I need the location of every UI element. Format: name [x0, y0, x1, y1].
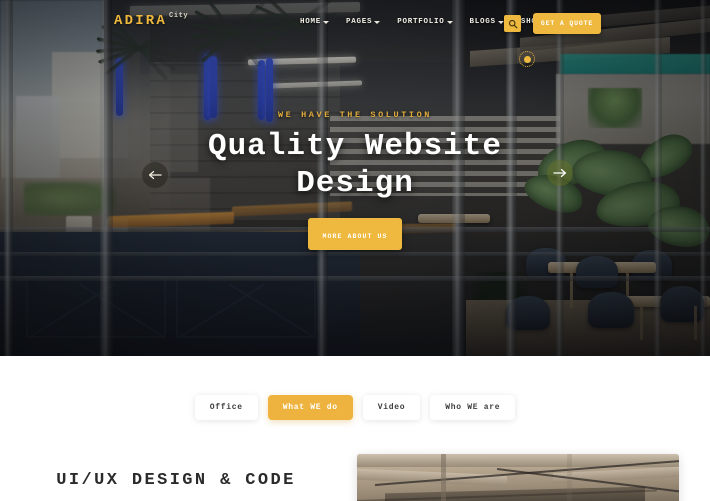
chevron-down-icon [323, 21, 330, 24]
search-icon [508, 19, 517, 28]
more-about-us-button[interactable]: MORE ABOUT US [308, 218, 402, 251]
tab-who-we-are-label: Who WE are [445, 403, 501, 412]
nav-item-pages[interactable]: PAGES [346, 18, 381, 26]
site-logo[interactable]: ADIRA City [114, 12, 189, 29]
tab-bar: Office What WE do Video Who WE are [0, 395, 710, 420]
nav-label-blogs: BLOGS [469, 18, 496, 26]
arrow-left-icon [148, 170, 162, 180]
nav-item-portfolio[interactable]: PORTFOLIO [397, 18, 453, 26]
logo-text: ADIRA [114, 13, 168, 29]
chevron-down-icon [446, 21, 453, 24]
tab-what-we-do-label: What WE do [282, 403, 338, 412]
hero-title-line-1: Quality Website [207, 129, 503, 164]
nav-item-home[interactable]: HOME [300, 18, 330, 26]
hero-title-line-2: Design [296, 165, 414, 201]
chevron-down-icon [374, 21, 381, 24]
top-navbar: ADIRA City HOME PAGES PORTFOLIO BLOGS SH… [0, 0, 710, 46]
tab-office[interactable]: Office [194, 395, 258, 420]
tab-who-we-are[interactable]: Who WE are [430, 395, 516, 420]
hero-section: ADIRA City HOME PAGES PORTFOLIO BLOGS SH… [0, 0, 710, 356]
page-root: ADIRA City HOME PAGES PORTFOLIO BLOGS SH… [0, 0, 710, 501]
dotted-circle-dot-icon [519, 51, 535, 67]
nav-label-pages: PAGES [346, 18, 373, 26]
nav-label-home: HOME [300, 18, 322, 26]
carousel-next-button[interactable] [547, 160, 573, 186]
tabs-section: Office What WE do Video Who WE are UI/UX… [0, 356, 710, 501]
tab-video-label: Video [377, 403, 406, 412]
hero-eyebrow: WE HAVE THE SOLUTION [277, 110, 433, 120]
tab-video[interactable]: Video [362, 395, 421, 420]
chevron-down-icon [497, 21, 504, 24]
search-button[interactable] [504, 15, 521, 32]
arrow-right-icon [553, 168, 567, 178]
tab-office-label: Office [209, 403, 243, 412]
more-about-us-label: MORE ABOUT US [322, 233, 388, 241]
nav-item-blogs[interactable]: BLOGS [470, 18, 504, 26]
hero-content: WE HAVE THE SOLUTION Quality Website Des… [0, 110, 710, 251]
get-a-quote-label: GET A QUOTE [540, 20, 594, 27]
carousel-prev-button[interactable] [142, 162, 168, 188]
panel-image [357, 454, 679, 501]
nav-label-portfolio: PORTFOLIO [397, 18, 445, 26]
tab-what-we-do[interactable]: What WE do [267, 395, 353, 420]
logo-superscript: City [169, 12, 189, 20]
panel-heading: UI/UX DESIGN & CODE [56, 471, 296, 490]
get-a-quote-button[interactable]: GET A QUOTE [533, 13, 601, 34]
hero-title: Quality Website Design [0, 129, 710, 202]
